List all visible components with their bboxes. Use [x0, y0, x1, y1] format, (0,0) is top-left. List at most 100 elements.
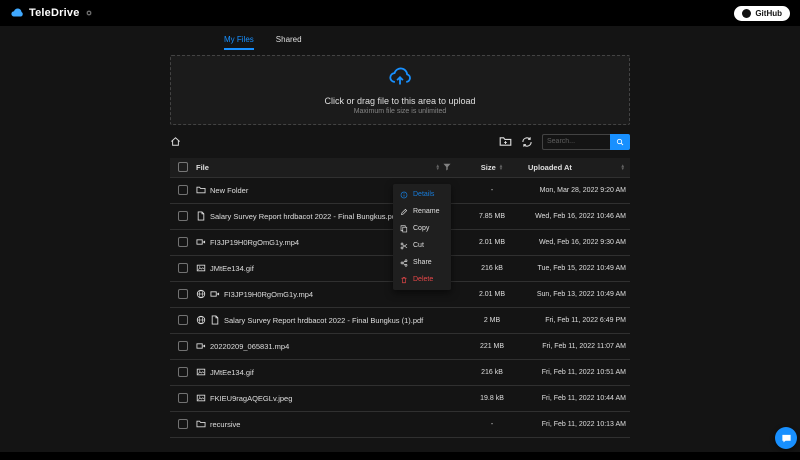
table-row[interactable]: Salary Survey Report hrdbacot 2022 - Fin…	[170, 307, 630, 334]
file-uploaded-at: Fri, Feb 11, 2022 11:07 AM	[528, 333, 630, 360]
chat-icon	[781, 433, 792, 444]
globe-icon	[196, 315, 206, 325]
github-button[interactable]: GitHub	[734, 5, 790, 21]
row-checkbox[interactable]	[178, 419, 188, 429]
file-name[interactable]: FI3JP19H0RgOmG1y.mp4	[210, 238, 299, 247]
row-checkbox[interactable]	[178, 341, 188, 351]
file-toolbar	[170, 133, 630, 150]
file-size: 2.01 MB	[456, 229, 528, 256]
github-icon	[742, 8, 752, 18]
video-icon	[196, 237, 206, 247]
new-folder-button[interactable]	[499, 135, 512, 148]
sync-icon	[521, 136, 533, 148]
file-name[interactable]: recursive	[210, 420, 240, 429]
file-name[interactable]: Salary Survey Report hrdbacot 2022 - Fin…	[210, 212, 398, 221]
trash-icon	[400, 276, 408, 284]
video-icon	[210, 289, 220, 299]
new-folder-icon	[499, 135, 512, 148]
file-name[interactable]: JMtEe134.gif	[210, 368, 254, 377]
file-size: 19.8 kB	[456, 385, 528, 412]
file-uploaded-at: Sun, Feb 13, 2022 10:49 AM	[528, 281, 630, 308]
row-checkbox[interactable]	[178, 315, 188, 325]
row-checkbox[interactable]	[178, 263, 188, 273]
filter-icon[interactable]	[443, 163, 451, 171]
copy-icon	[400, 225, 408, 233]
row-checkbox[interactable]	[178, 393, 188, 403]
menu-item-cut[interactable]: Cut	[393, 237, 451, 254]
menu-item-copy[interactable]: Copy	[393, 220, 451, 237]
file-uploaded-at: Fri, Feb 11, 2022 6:49 PM	[528, 307, 630, 334]
gear-icon[interactable]	[85, 9, 93, 17]
app-logo[interactable]: TeleDrive	[10, 6, 93, 20]
search-input[interactable]	[542, 133, 610, 150]
file-name[interactable]: Salary Survey Report hrdbacot 2022 - Fin…	[224, 316, 423, 325]
chat-fab-button[interactable]	[775, 427, 797, 449]
search-icon	[616, 138, 624, 146]
file-name[interactable]: 20220209_065831.mp4	[210, 342, 289, 351]
menu-item-share[interactable]: Share	[393, 254, 451, 271]
file-name[interactable]: JMtEe134.gif	[210, 264, 254, 273]
top-bar: TeleDrive GitHub	[0, 0, 800, 26]
menu-item-label: Rename	[413, 208, 440, 215]
file-uploaded-at: Fri, Feb 11, 2022 10:44 AM	[528, 385, 630, 412]
video-icon	[196, 341, 206, 351]
sort-uploaded-icon[interactable]: ▲ ▼	[621, 163, 625, 171]
sort-file-icon[interactable]: ▲ ▼	[436, 163, 440, 171]
file-uploaded-at: Wed, Feb 16, 2022 10:46 AM	[528, 203, 630, 230]
column-header-file: File	[196, 162, 209, 172]
file-icon	[196, 211, 206, 221]
row-checkbox[interactable]	[178, 367, 188, 377]
globe-icon	[196, 289, 206, 299]
image-icon	[196, 367, 206, 377]
cloud-logo-icon	[10, 6, 24, 20]
file-uploaded-at: Mon, Mar 28, 2022 9:20 AM	[528, 177, 630, 204]
table-row[interactable]: JMtEe134.gif 216 kB Fri, Feb 11, 2022 10…	[170, 359, 630, 386]
table-row[interactable]: 20220209_065831.mp4 221 MB Fri, Feb 11, …	[170, 333, 630, 360]
table-row[interactable]: FKIEU9ragAQEGLv.jpeg 19.8 kB Fri, Feb 11…	[170, 385, 630, 412]
file-size: 216 kB	[456, 359, 528, 386]
sort-size-icon[interactable]: ▲ ▼	[499, 163, 503, 171]
row-checkbox[interactable]	[178, 211, 188, 221]
row-checkbox[interactable]	[178, 185, 188, 195]
file-size: -	[456, 177, 528, 204]
file-size: 2.01 MB	[456, 281, 528, 308]
file-name[interactable]: FI3JP19H0RgOmG1y.mp4	[224, 290, 313, 299]
home-button[interactable]	[170, 136, 181, 147]
footer-bar	[0, 452, 800, 460]
menu-item-label: Delete	[413, 276, 434, 283]
file-uploaded-at: Tue, Feb 15, 2022 10:49 AM	[528, 255, 630, 282]
image-icon	[196, 393, 206, 403]
home-icon	[170, 136, 181, 147]
table-row[interactable]: recursive - Fri, Feb 11, 2022 10:13 AM	[170, 411, 630, 438]
context-menu: Details Rename Copy Cut Share Delete	[393, 184, 451, 290]
file-size: 221 MB	[456, 333, 528, 360]
file-uploaded-at: Fri, Feb 11, 2022 10:51 AM	[528, 359, 630, 386]
file-size: 2 MB	[456, 307, 528, 334]
image-icon	[196, 263, 206, 273]
file-name[interactable]: FKIEU9ragAQEGLv.jpeg	[210, 394, 292, 403]
file-size: 7.85 MB	[456, 203, 528, 230]
search-button[interactable]	[610, 133, 630, 150]
select-all-checkbox[interactable]	[178, 162, 188, 173]
app-root: TeleDrive GitHub My Files Shared Click o…	[0, 0, 800, 460]
refresh-button[interactable]	[521, 136, 533, 148]
row-checkbox[interactable]	[178, 237, 188, 247]
menu-item-label: Cut	[413, 242, 424, 249]
menu-item-label: Share	[413, 259, 432, 266]
tab-my-files[interactable]: My Files	[224, 31, 254, 50]
cloud-upload-icon	[389, 65, 411, 92]
row-checkbox[interactable]	[178, 289, 188, 299]
file-uploaded-at: Wed, Feb 16, 2022 9:30 AM	[528, 229, 630, 256]
table-header-row: File ▲ ▼ Size ▲ ▼ Uploaded At ▲ ▼	[170, 158, 630, 178]
tab-shared[interactable]: Shared	[276, 31, 302, 50]
info-circle-icon	[400, 191, 408, 199]
menu-item-delete[interactable]: Delete	[393, 271, 451, 288]
menu-item-rename[interactable]: Rename	[393, 203, 451, 220]
file-name[interactable]: New Folder	[210, 186, 248, 195]
menu-item-details[interactable]: Details	[393, 186, 451, 203]
file-size: 216 kB	[456, 255, 528, 282]
folder-icon	[196, 419, 206, 429]
edit-icon	[400, 208, 408, 216]
tab-bar: My Files Shared	[170, 26, 630, 50]
upload-dropzone[interactable]: Click or drag file to this area to uploa…	[170, 55, 630, 125]
